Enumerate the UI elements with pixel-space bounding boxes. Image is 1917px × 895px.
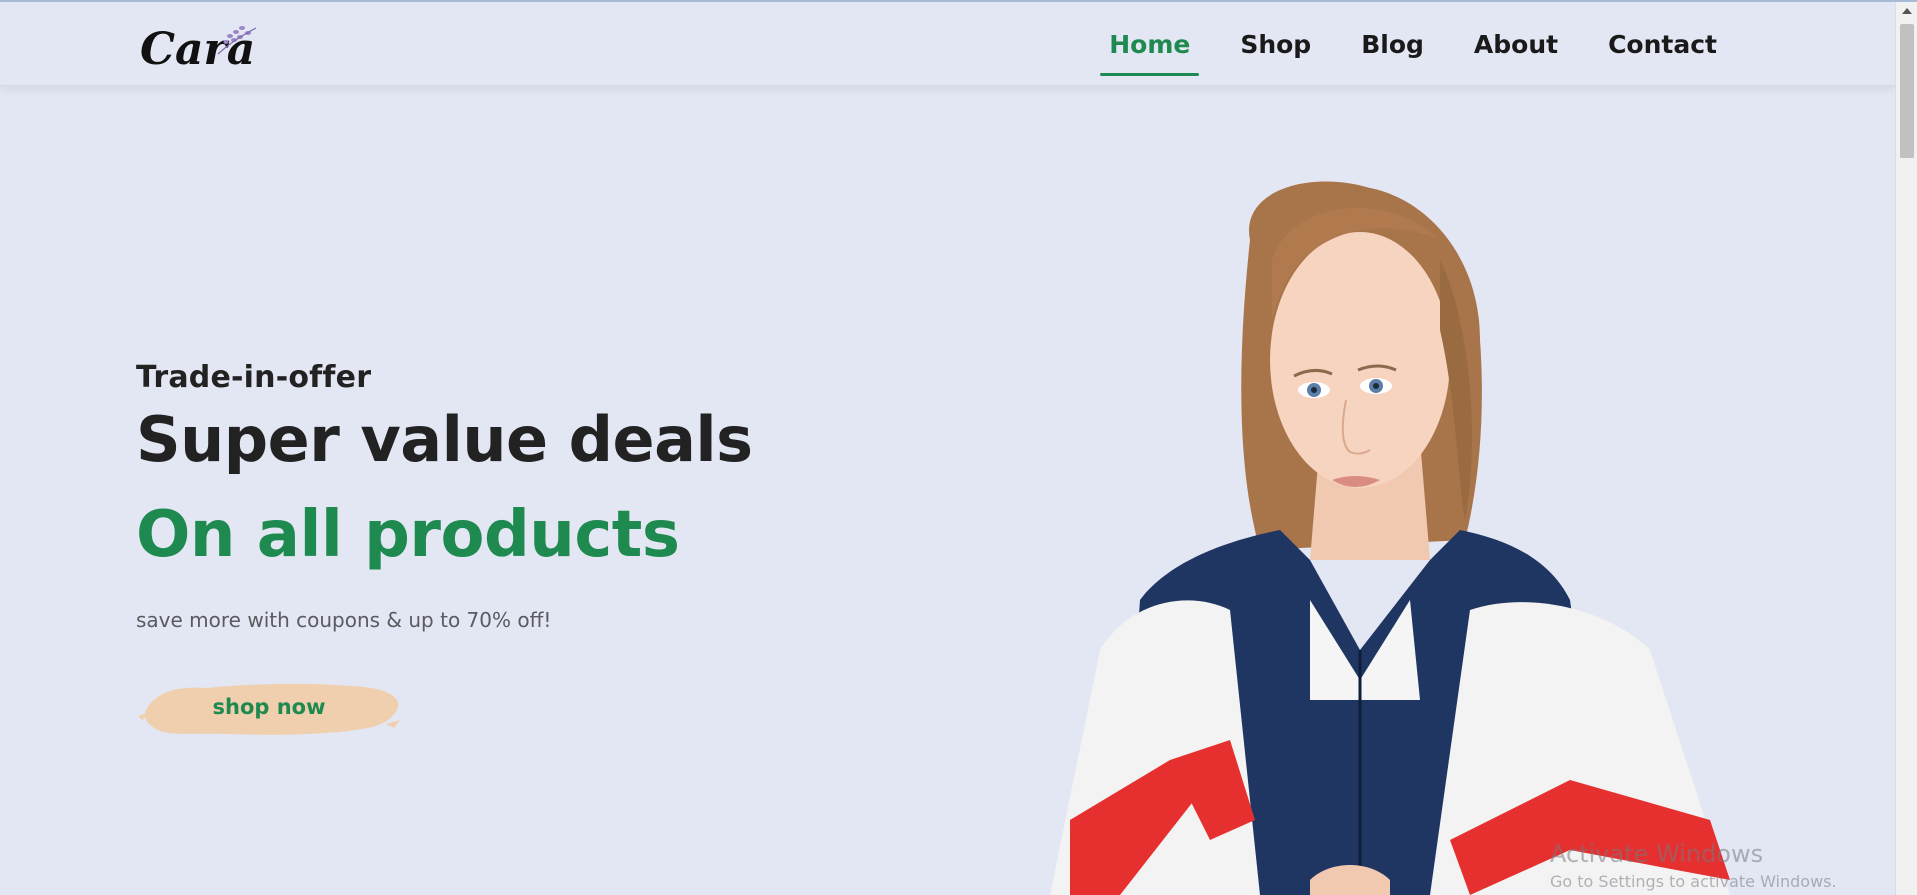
nav-contact[interactable]: Contact: [1608, 2, 1717, 86]
scrollbar-thumb[interactable]: [1900, 24, 1914, 158]
hero-model-image: [1010, 180, 1790, 895]
nav-home[interactable]: Home: [1100, 2, 1200, 86]
nav-shop[interactable]: Shop: [1240, 2, 1311, 86]
hero-eyebrow: Trade-in-offer: [136, 360, 372, 395]
logo-graphic: Cara: [140, 24, 257, 75]
watermark-title: Activate Windows: [1550, 840, 1764, 868]
hero-subtext: save more with coupons & up to 70% off!: [136, 608, 552, 632]
hero-headline: Super value deals: [136, 403, 753, 476]
hero-section: Trade-in-offer Super value deals On all …: [136, 360, 753, 632]
shop-now-button[interactable]: shop now: [136, 676, 402, 740]
site-header: Cara Home Shop Blog About Contact: [0, 2, 1895, 86]
scroll-up-arrow-icon[interactable]: [1902, 8, 1912, 14]
activate-windows-watermark: Activate Windows Go to Settings to activ…: [1550, 840, 1837, 891]
cara-logo[interactable]: Cara: [138, 16, 262, 76]
main-nav: Home Shop Blog About Contact: [1059, 2, 1717, 86]
nav-blog[interactable]: Blog: [1361, 2, 1424, 86]
shop-now-label: shop now: [212, 695, 326, 719]
watermark-subtitle: Go to Settings to activate Windows.: [1550, 872, 1837, 891]
nav-about[interactable]: About: [1474, 2, 1558, 86]
vertical-scrollbar[interactable]: [1895, 2, 1917, 895]
hero-highlight: On all products: [136, 498, 680, 572]
